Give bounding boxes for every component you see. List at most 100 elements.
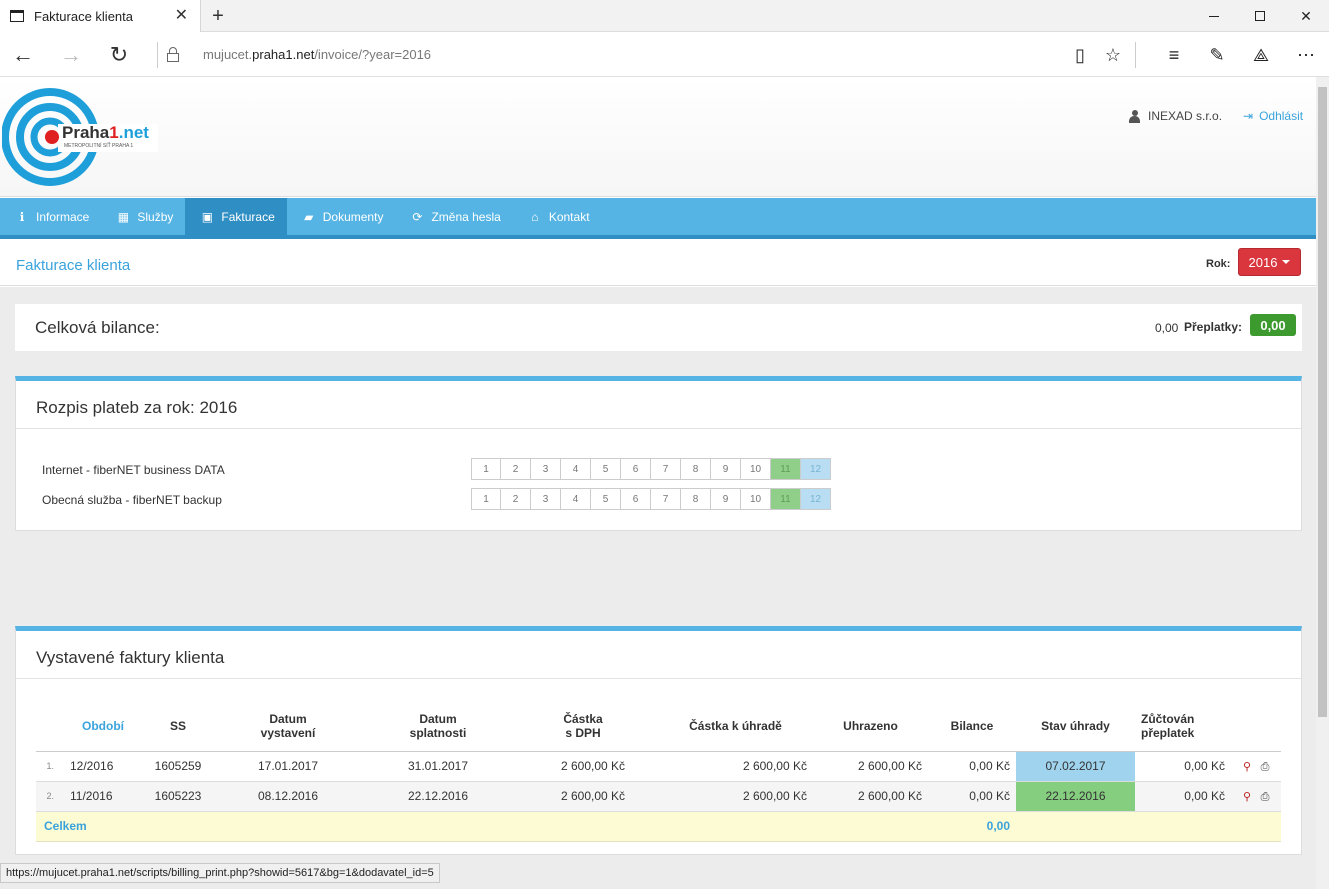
month-cell: 8	[681, 458, 711, 480]
page-icon	[10, 10, 24, 22]
user-icon	[1129, 109, 1140, 123]
address-bar[interactable]: mujucet.praha1.net/invoice/?year=2016	[203, 47, 431, 62]
month-cell: 1	[471, 488, 501, 510]
reading-view-icon[interactable]: ▯	[1069, 44, 1091, 66]
total-row: Celkem 0,00	[36, 811, 1281, 842]
menu-item-dokumenty[interactable]: ▰ Dokumenty	[287, 198, 396, 235]
page-scrollbar[interactable]	[1316, 77, 1329, 889]
forward-icon[interactable]: →	[56, 40, 86, 70]
logout-icon: ⇥	[1243, 109, 1254, 123]
status-cell: 22.12.2016	[1016, 781, 1135, 812]
logo-subtitle: METROPOLITNÍ SÍŤ PRAHA 1	[64, 143, 134, 149]
search-icon[interactable]: ⚲	[1240, 760, 1254, 773]
month-cell: 12	[801, 488, 831, 510]
favorite-star-icon[interactable]: ☆	[1102, 44, 1124, 66]
col-stav: Stav úhrady	[1016, 701, 1135, 752]
invoices-panel: Vystavené faktury klienta Období SS Datu…	[15, 626, 1302, 855]
col-bilance: Bilance	[928, 701, 1016, 752]
overpay-label: Přeplatky:	[1184, 320, 1243, 334]
col-datum-splatnosti: Datum splatnosti	[368, 701, 508, 752]
col-obdobi[interactable]: Období	[58, 701, 148, 752]
logout-link[interactable]: ⇥ Odhlásit	[1243, 109, 1303, 123]
money-icon: ▣	[201, 209, 214, 224]
month-cell: 5	[591, 458, 621, 480]
minimize-button[interactable]	[1191, 0, 1237, 32]
col-ss: SS	[148, 701, 208, 752]
month-cell: 4	[561, 488, 591, 510]
browser-tab[interactable]: Fakturace klienta ✕	[0, 0, 201, 32]
home-icon: ⌂	[531, 209, 539, 224]
table-row: 2. 11/2016 1605223 08.12.2016 22.12.2016…	[36, 781, 1281, 812]
more-icon[interactable]: ⋯	[1295, 44, 1317, 66]
month-grid: 1 2 3 4 5 6 7 8 9 10 11 12	[471, 488, 831, 510]
total-bilance: 0,00	[928, 811, 1016, 842]
month-cell: 7	[651, 488, 681, 510]
col-k-uhrade: Částka k úhradě	[658, 701, 813, 752]
payments-title: Rozpis plateb za rok: 2016	[16, 381, 1301, 429]
month-cell: 10	[741, 488, 771, 510]
lock-icon	[167, 47, 179, 62]
user-info: INEXAD s.r.o.	[1129, 109, 1222, 123]
refresh-icon[interactable]: ↻	[104, 40, 134, 70]
page-title: Fakturace klienta	[16, 257, 131, 274]
service-name: Obecná služba - fiberNET backup	[42, 493, 222, 507]
close-tab-icon[interactable]: ✕	[175, 8, 188, 24]
print-icon[interactable]: ⎙	[1258, 791, 1272, 804]
service-name: Internet - fiberNET business DATA	[42, 463, 225, 477]
menu-item-sluzby[interactable]: ▦ Služby	[101, 198, 185, 235]
invoices-title: Vystavené faktury klienta	[16, 631, 1301, 679]
month-cell: 10	[741, 458, 771, 480]
col-castka: Částka s DPH	[508, 701, 658, 752]
grid-icon: ▦	[117, 209, 130, 224]
user-name: INEXAD s.r.o.	[1148, 109, 1223, 123]
status-cell: 07.02.2017	[1016, 751, 1135, 782]
month-cell: 1	[471, 458, 501, 480]
web-note-icon[interactable]: ✎	[1206, 44, 1228, 66]
print-icon[interactable]: ⎙	[1258, 761, 1272, 774]
month-cell: 11	[771, 488, 801, 510]
maximize-button[interactable]	[1237, 0, 1283, 32]
close-window-button[interactable]: ✕	[1283, 0, 1329, 32]
table-row: 1. 12/2016 1605259 17.01.2017 31.01.2017…	[36, 751, 1281, 782]
col-uhrazeno: Uhrazeno	[813, 701, 928, 752]
month-cell: 9	[711, 488, 741, 510]
month-cell: 3	[531, 458, 561, 480]
invoice-table: Období SS Datum vystavení Datum splatnosti…	[36, 701, 1281, 842]
page: Praha1.net METROPOLITNÍ SÍŤ PRAHA 1 INEX…	[0, 77, 1316, 889]
status-bar: https://mujucet.praha1.net/scripts/billi…	[0, 863, 440, 883]
year-dropdown[interactable]: 2016	[1238, 248, 1301, 276]
col-datum-vystaveni: Datum vystavení	[208, 701, 368, 752]
month-cell: 3	[531, 488, 561, 510]
menu-item-zmena-hesla[interactable]: ⟳ Změna hesla	[395, 198, 512, 235]
month-cell: 11	[771, 458, 801, 480]
content-area: Celková bilance: 0,00 Přeplatky: 0,00 Ro…	[0, 287, 1316, 889]
month-cell: 4	[561, 458, 591, 480]
month-cell: 12	[801, 458, 831, 480]
praha1-logo[interactable]: Praha1.net METROPOLITNÍ SÍŤ PRAHA 1	[1, 87, 162, 187]
browser-titlebar: Fakturace klienta ✕ + ✕	[0, 0, 1329, 32]
month-cell: 2	[501, 458, 531, 480]
search-icon[interactable]: ⚲	[1240, 790, 1254, 803]
share-icon[interactable]: ⟁	[1250, 44, 1272, 66]
month-cell: 7	[651, 458, 681, 480]
year-label: Rok:	[1206, 258, 1231, 270]
new-tab-icon[interactable]: +	[207, 5, 229, 27]
browser-navbar: ← → ↻ mujucet.praha1.net/invoice/?year=2…	[0, 32, 1329, 77]
payment-row: Obecná služba - fiberNET backup 12345678…	[36, 484, 1281, 514]
page-subheader: Fakturace klienta Rok: 2016	[0, 243, 1316, 286]
month-cell: 6	[621, 488, 651, 510]
menu-item-kontakt[interactable]: ⌂ Kontakt	[513, 198, 602, 235]
total-label: Celkem	[36, 811, 148, 842]
menu-item-informace[interactable]: ℹ Informace	[0, 198, 101, 235]
balance-panel: Celková bilance: 0,00 Přeplatky: 0,00	[15, 304, 1302, 351]
overpay-badge: 0,00	[1250, 314, 1296, 336]
month-cell: 6	[621, 458, 651, 480]
month-grid: 1 2 3 4 5 6 7 8 9 10 11 12	[471, 458, 831, 480]
menu-item-fakturace[interactable]: ▣ Fakturace	[185, 198, 287, 235]
back-icon[interactable]: ←	[8, 40, 38, 70]
caret-down-icon	[1282, 260, 1291, 264]
folder-icon: ▰	[304, 209, 314, 224]
balance-label: Celková bilance:	[35, 318, 160, 337]
hub-icon[interactable]: ≡	[1163, 44, 1185, 66]
month-cell: 8	[681, 488, 711, 510]
